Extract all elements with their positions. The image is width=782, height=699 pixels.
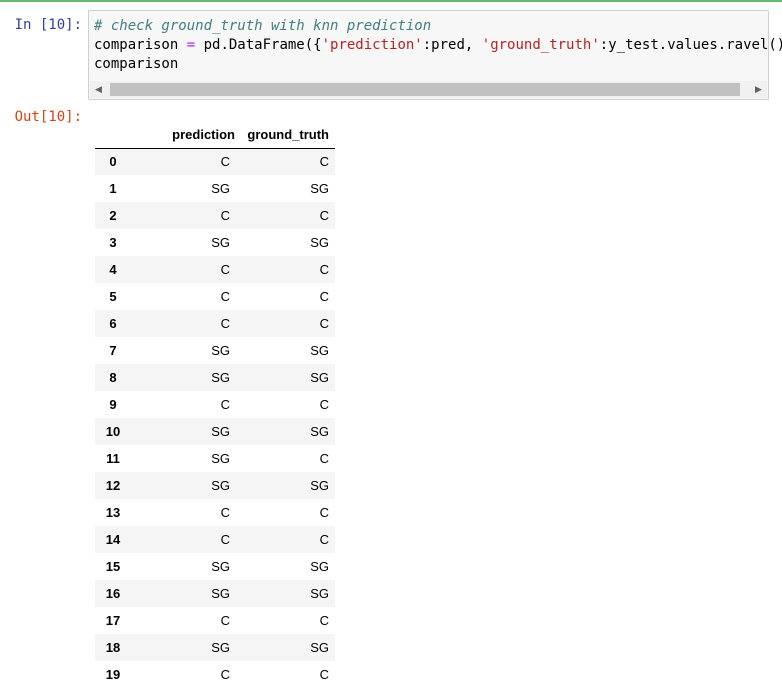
- cell-ground-truth: C: [319, 208, 329, 223]
- scrollbar-thumb[interactable]: [110, 83, 740, 96]
- cell-ground-truth: C: [319, 667, 329, 682]
- cell-ground-truth: C: [319, 532, 329, 547]
- cell-prediction: SG: [211, 586, 230, 601]
- cell-prediction: SG: [211, 235, 230, 250]
- table-row: 18 SG SG: [95, 634, 335, 661]
- cell-ground-truth: C: [319, 505, 329, 520]
- row-index: 5: [109, 289, 117, 304]
- table-row: 7 SG SG: [95, 337, 335, 364]
- cell-ground-truth: SG: [310, 640, 329, 655]
- cell-prediction: SG: [211, 640, 230, 655]
- row-index: 3: [109, 235, 117, 250]
- cell-ground-truth: C: [319, 289, 329, 304]
- cell-ground-truth: SG: [310, 586, 329, 601]
- code-input-area[interactable]: # check ground_truth with knn prediction…: [88, 10, 782, 100]
- selected-cell-border: [0, 0, 782, 2]
- table-row: 10 SG SG: [95, 418, 335, 445]
- row-index: 11: [106, 451, 120, 466]
- table-row: 3 SG SG: [95, 229, 335, 256]
- cell-ground-truth: C: [319, 451, 329, 466]
- row-index: 2: [109, 208, 117, 223]
- table-row: 0 C C: [95, 148, 335, 175]
- scroll-left-arrow-icon[interactable]: ◀: [90, 81, 107, 98]
- row-index: 10: [105, 424, 121, 439]
- table-row: 2 C C: [95, 202, 335, 229]
- code-line-3: comparison: [94, 56, 179, 72]
- row-index: 6: [109, 316, 117, 331]
- cell-prediction: SG: [211, 424, 230, 439]
- row-index: 8: [109, 370, 117, 385]
- row-index: 13: [105, 505, 121, 520]
- column-header-prediction: prediction: [131, 121, 241, 149]
- table-body: 0 C C 1 SG SG 2 C C 3 SG SG 4 C C 5 C C 6 C C 7 SG SG 8 SG SG 9 C C 10…: [95, 148, 335, 688]
- cell-ground-truth: SG: [310, 235, 329, 250]
- cell-prediction: SG: [211, 370, 230, 385]
- cell-ground-truth: C: [319, 316, 329, 331]
- table-row: 15 SG SG: [95, 553, 335, 580]
- table-header-row: prediction ground_truth: [95, 121, 335, 149]
- row-index: 18: [105, 640, 121, 655]
- row-index: 12: [105, 478, 121, 493]
- cell-prediction: C: [220, 505, 230, 520]
- cell-ground-truth: SG: [310, 478, 329, 493]
- table-row: 1 SG SG: [95, 175, 335, 202]
- cell-ground-truth: SG: [310, 343, 329, 358]
- row-index: 1: [109, 181, 117, 196]
- cell-ground-truth: SG: [310, 424, 329, 439]
- table-row: 13 C C: [95, 499, 335, 526]
- cell-ground-truth: C: [319, 262, 329, 277]
- cell-prediction: C: [220, 262, 230, 277]
- cell-prediction: C: [220, 316, 230, 331]
- row-index: 9: [109, 397, 117, 412]
- row-index: 7: [109, 343, 117, 358]
- table-row: 8 SG SG: [95, 364, 335, 391]
- cell-prediction: C: [220, 397, 230, 412]
- code-comment: # check ground_truth with knn prediction: [94, 18, 432, 34]
- output-prompt: Out[10]:: [14, 109, 82, 125]
- cell-prediction: C: [220, 532, 230, 547]
- cell-ground-truth: SG: [310, 370, 329, 385]
- table-row: 19 C C: [95, 661, 335, 688]
- table-row: 16 SG SG: [95, 580, 335, 607]
- input-prompt: In [10]:: [14, 17, 82, 33]
- index-header: [95, 121, 131, 149]
- row-index: 17: [105, 613, 121, 628]
- table-row: 5 C C: [95, 283, 335, 310]
- code-editor[interactable]: # check ground_truth with knn prediction…: [94, 17, 782, 74]
- cell-prediction: SG: [211, 343, 230, 358]
- cell-prediction: C: [220, 613, 230, 628]
- cell-prediction: SG: [211, 559, 230, 574]
- cell-prediction: C: [220, 289, 230, 304]
- cell-prediction: SG: [211, 451, 230, 466]
- table-row: 4 C C: [95, 256, 335, 283]
- cell-prediction: SG: [211, 181, 230, 196]
- code-line-2: comparison = pd.DataFrame({'prediction':…: [94, 37, 782, 53]
- table-row: 11 SG C: [95, 445, 335, 472]
- scroll-right-arrow-icon[interactable]: ▶: [750, 81, 767, 98]
- cell-ground-truth: C: [319, 397, 329, 412]
- row-index: 19: [105, 667, 121, 682]
- row-index: 4: [109, 262, 117, 277]
- cell-prediction: C: [220, 208, 230, 223]
- cell-ground-truth: C: [319, 613, 329, 628]
- horizontal-scrollbar[interactable]: ◀ ▶: [90, 81, 767, 98]
- cell-ground-truth: SG: [310, 559, 329, 574]
- dataframe-output: prediction ground_truth 0 C C 1 SG SG 2 C C 3 SG SG…: [95, 121, 335, 688]
- row-index: 14: [105, 532, 121, 547]
- table-row: 12 SG SG: [95, 472, 335, 499]
- cell-prediction: C: [220, 667, 230, 682]
- cell-prediction: SG: [211, 478, 230, 493]
- row-index: 0: [109, 154, 117, 170]
- table-row: 9 C C: [95, 391, 335, 418]
- column-header-ground-truth: ground_truth: [241, 121, 335, 149]
- table-row: 6 C C: [95, 310, 335, 337]
- row-index: 16: [105, 586, 121, 601]
- row-index: 15: [105, 559, 121, 574]
- cell-ground-truth: SG: [310, 181, 329, 196]
- table-row: 14 C C: [95, 526, 335, 553]
- cell-prediction: C: [220, 154, 230, 170]
- cell-ground-truth: C: [319, 154, 329, 170]
- table-row: 17 C C: [95, 607, 335, 634]
